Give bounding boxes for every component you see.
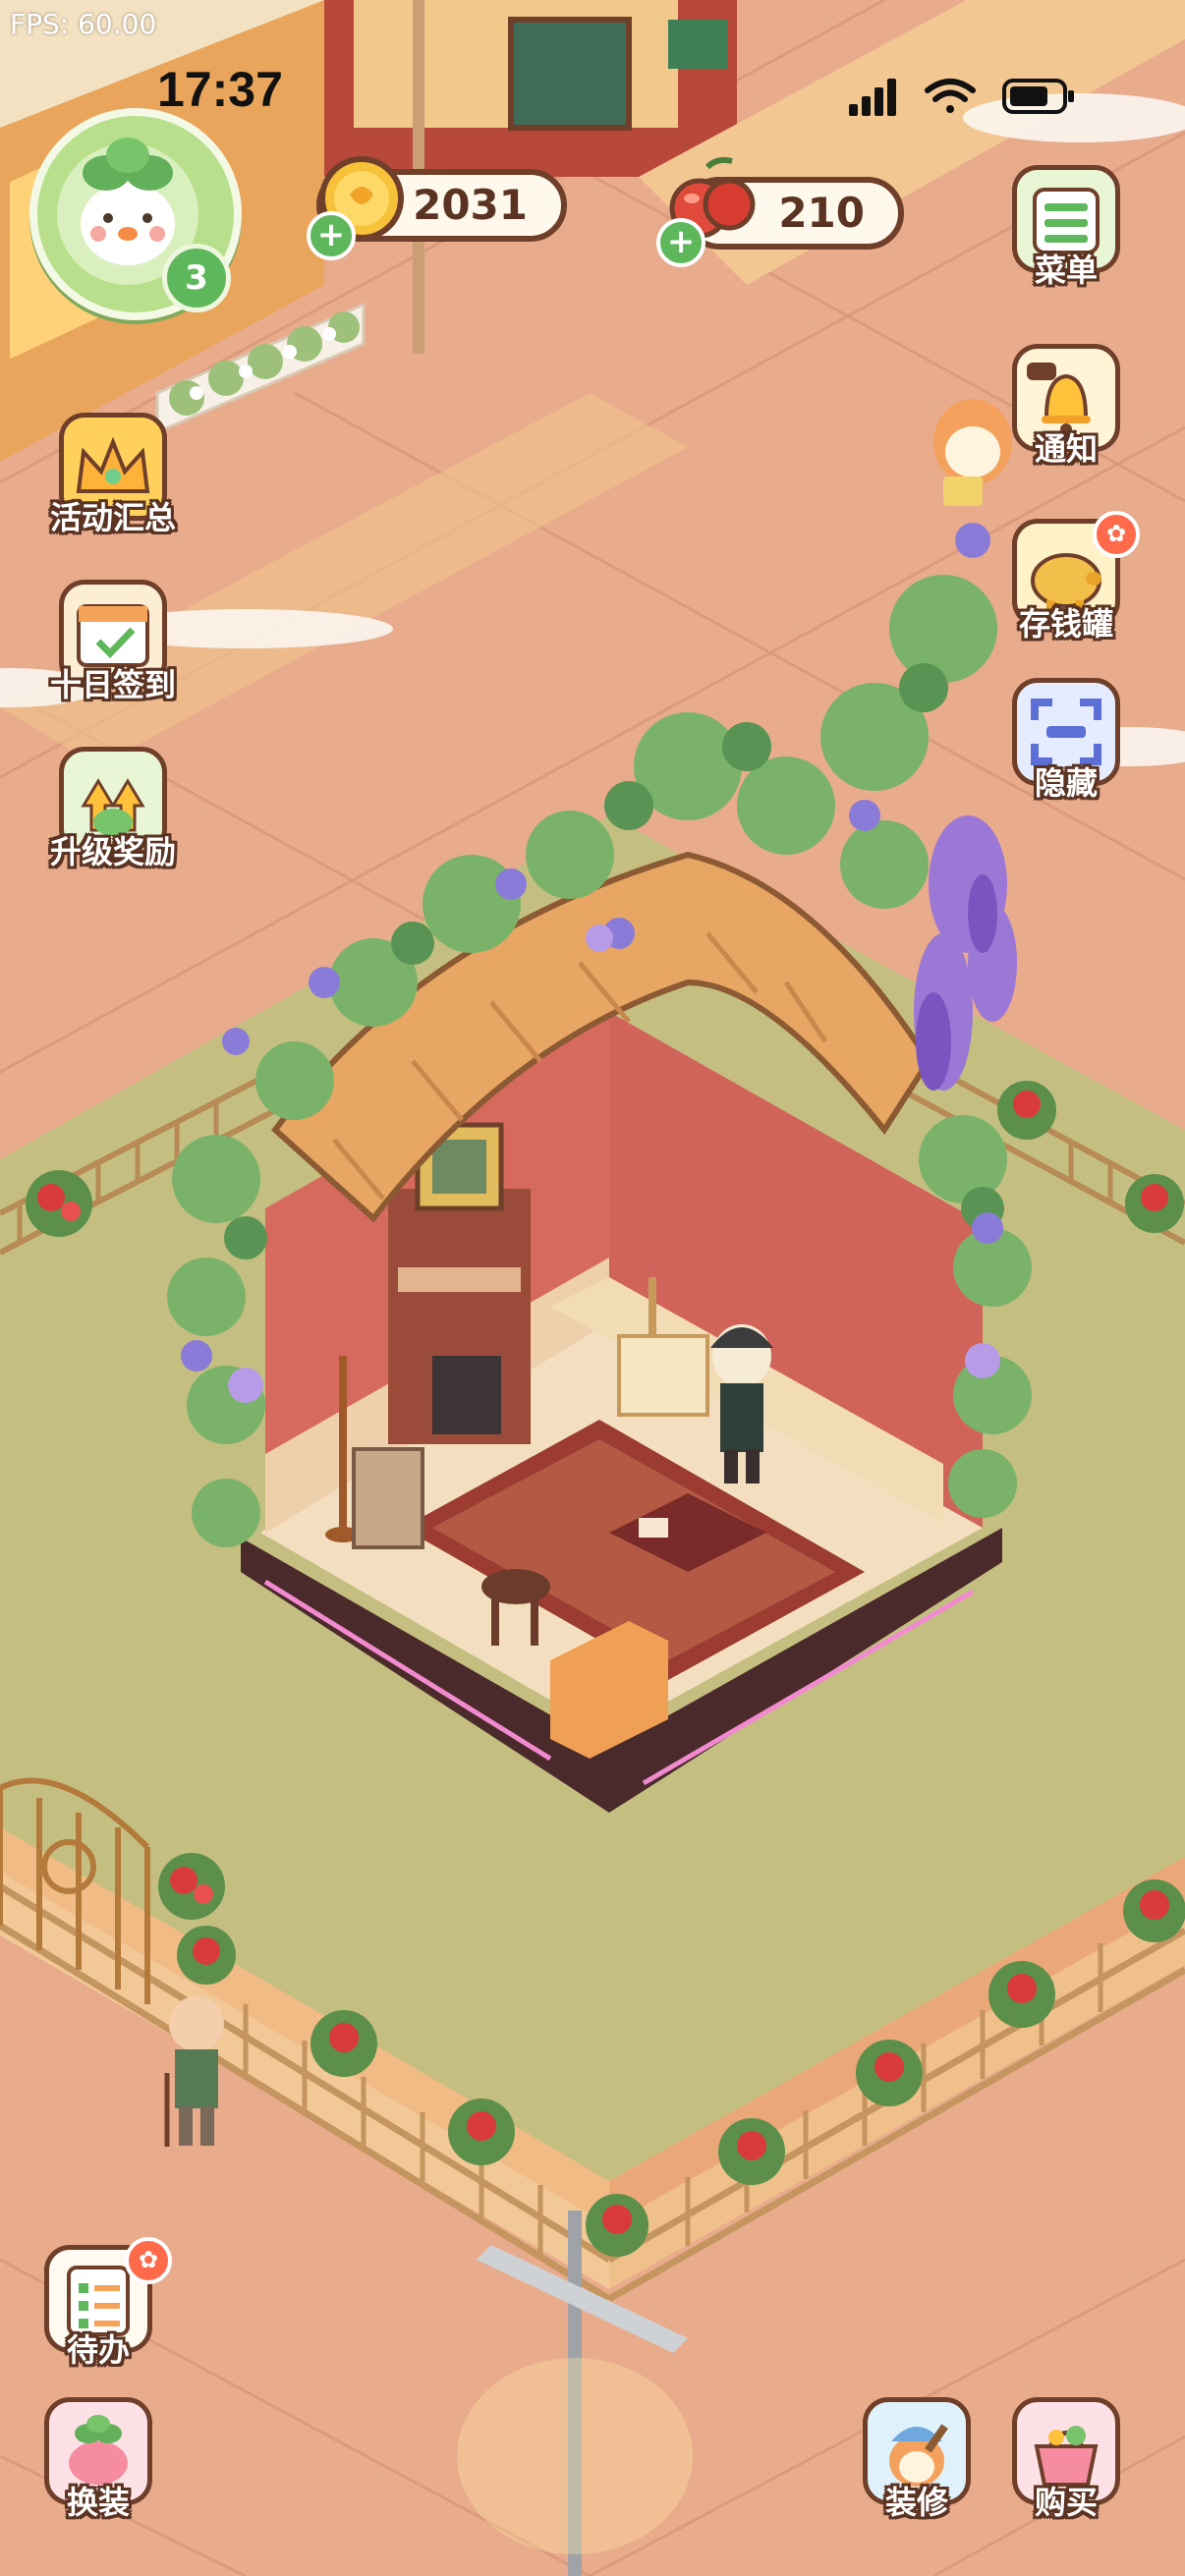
todo-button[interactable]: ✿ 待办 (34, 2237, 172, 2382)
notifications-label: 通知 (1034, 430, 1098, 468)
fruit-amount: 210 (778, 189, 865, 237)
decorate-label: 装修 (884, 2484, 948, 2521)
todo-label: 待办 (66, 2331, 130, 2369)
ten-day-checkin-label: 十日签到 (49, 666, 176, 703)
add-fruit-button[interactable]: + (656, 218, 705, 267)
events-summary-label: 活动汇总 (49, 499, 176, 536)
dress-up-button[interactable]: 换装 (34, 2397, 162, 2535)
menu-button[interactable]: 菜单 (1002, 165, 1130, 303)
ten-day-checkin-button[interactable]: 十日签到 (49, 580, 177, 717)
shop-button[interactable]: 购买 (1002, 2397, 1130, 2535)
notifications-button[interactable]: 通知 (1002, 344, 1130, 481)
todo-notification-badge: ✿ (125, 2237, 172, 2284)
hide-ui-label: 隐藏 (1034, 764, 1098, 802)
add-coins-button[interactable]: + (307, 211, 356, 260)
status-bar-icons (849, 79, 1074, 116)
upgrade-rewards-button[interactable]: 升级奖励 (49, 747, 177, 884)
shop-label: 购买 (1034, 2484, 1098, 2521)
wifi-icon (925, 79, 976, 113)
piggy-bank-badge: ✿ (1093, 511, 1140, 558)
piggy-bank-label: 存钱罐 (1018, 605, 1113, 643)
upgrade-rewards-label: 升级奖励 (49, 833, 176, 870)
battery-icon (1002, 79, 1074, 114)
dress-up-label: 换装 (66, 2484, 130, 2521)
menu-label: 菜单 (1034, 252, 1098, 289)
hide-ui-button[interactable]: 隐藏 (1002, 678, 1130, 815)
cell-signal-icon (849, 79, 896, 116)
piggy-bank-button[interactable]: ✿ 存钱罐 (1002, 511, 1140, 656)
game-stage: FPS: 60.00 17:37 3 2031 + 210 + 活动汇总 十日签… (0, 0, 1185, 2576)
player-level-badge: 3 (162, 244, 231, 312)
events-summary-button[interactable]: 活动汇总 (49, 413, 177, 550)
status-bar-time: 17:37 (157, 62, 283, 117)
coin-amount: 2031 (413, 181, 528, 229)
fps-counter: FPS: 60.00 (10, 8, 157, 40)
decorate-button[interactable]: 装修 (853, 2397, 981, 2535)
